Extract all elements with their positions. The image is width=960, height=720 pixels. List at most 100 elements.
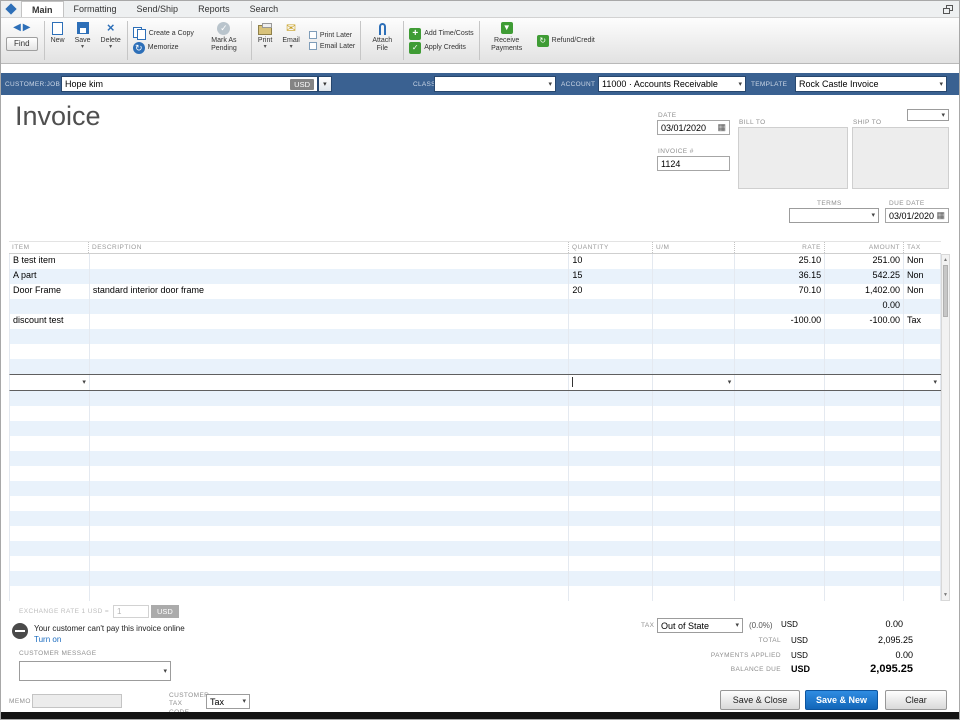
table-row[interactable] bbox=[9, 511, 942, 526]
find-label[interactable]: Find bbox=[6, 37, 38, 51]
table-row[interactable] bbox=[9, 556, 942, 571]
find-button[interactable]: ◀ ▶ Find bbox=[1, 18, 43, 63]
invoice-number-field[interactable]: 1124 bbox=[657, 156, 730, 171]
memo-field[interactable] bbox=[32, 694, 122, 708]
apply-credits-icon: ✓ bbox=[409, 41, 422, 54]
table-row[interactable] bbox=[9, 451, 942, 466]
table-row[interactable] bbox=[9, 359, 942, 374]
chevron-down-icon[interactable]: ▾ bbox=[109, 44, 112, 50]
create-copy-button[interactable]: Create a Copy bbox=[132, 27, 194, 40]
chevron-down-icon[interactable]: ▾ bbox=[934, 379, 938, 386]
terms-dropdown[interactable]: ▾ bbox=[789, 208, 879, 223]
um-cell-editor[interactable]: ▾ bbox=[653, 375, 736, 390]
table-row[interactable] bbox=[9, 344, 942, 359]
customer-job-field[interactable]: Hope kim USD bbox=[61, 76, 318, 92]
print-button[interactable]: Print ▾ bbox=[253, 18, 277, 63]
chevron-down-icon[interactable]: ▾ bbox=[82, 379, 86, 386]
table-row[interactable]: Door Frame standard interior door frame 2… bbox=[9, 284, 942, 299]
tax-dropdown[interactable]: Out of State ▾ bbox=[657, 618, 743, 633]
forward-arrow-icon[interactable]: ▶ bbox=[23, 23, 31, 33]
apply-credits-button[interactable]: ✓ Apply Credits bbox=[409, 41, 473, 54]
table-row[interactable] bbox=[9, 571, 942, 586]
account-dropdown[interactable]: 11000 · Accounts Receivable ▾ bbox=[598, 76, 746, 92]
mark-as-pending-button[interactable]: ✓ Mark As Pending bbox=[198, 18, 250, 63]
table-row-active[interactable]: ▾ ▾ ▾ bbox=[9, 374, 942, 391]
tab-search[interactable]: Search bbox=[240, 1, 289, 17]
add-time-costs-button[interactable]: + Add Time/Costs bbox=[409, 27, 474, 40]
email-later-checkbox[interactable]: Email Later bbox=[308, 42, 355, 50]
table-row[interactable] bbox=[9, 329, 942, 344]
refund-credit-button[interactable]: ↻ Refund/Credit bbox=[536, 34, 595, 47]
table-row[interactable]: discount test -100.00 -100.00 Tax bbox=[9, 314, 942, 329]
table-body: B test item 10 25.10 251.00 Non A part 15… bbox=[9, 254, 942, 601]
table-row[interactable] bbox=[9, 466, 942, 481]
table-row[interactable] bbox=[9, 541, 942, 556]
table-row[interactable] bbox=[9, 586, 942, 601]
delete-button[interactable]: × Delete ▾ bbox=[96, 18, 126, 63]
table-scrollbar[interactable]: ▲ ▼ bbox=[941, 254, 950, 601]
column-header-quantity[interactable]: QUANTITY bbox=[569, 242, 653, 253]
column-header-item[interactable]: ITEM bbox=[9, 242, 89, 253]
table-row[interactable] bbox=[9, 391, 942, 406]
checkbox-icon[interactable] bbox=[308, 42, 317, 50]
chevron-down-icon[interactable]: ▾ bbox=[290, 44, 293, 50]
print-later-checkbox[interactable]: Print Later bbox=[308, 31, 355, 39]
table-row[interactable] bbox=[9, 526, 942, 541]
table-row[interactable] bbox=[9, 421, 942, 436]
tab-send-ship[interactable]: Send/Ship bbox=[127, 1, 189, 17]
save-close-button[interactable]: Save & Close bbox=[720, 690, 800, 710]
clear-button[interactable]: Clear bbox=[885, 690, 947, 710]
table-row[interactable] bbox=[9, 496, 942, 511]
scroll-down-icon[interactable]: ▼ bbox=[942, 590, 949, 600]
amount-cell-editor[interactable] bbox=[825, 375, 905, 390]
chevron-down-icon[interactable]: ▾ bbox=[81, 44, 84, 50]
attach-file-button[interactable]: Attach File bbox=[362, 18, 402, 63]
scroll-up-icon[interactable]: ▲ bbox=[942, 255, 949, 265]
class-dropdown[interactable]: ▾ bbox=[434, 76, 556, 92]
chevron-down-icon[interactable]: ▾ bbox=[728, 379, 732, 386]
turn-on-link[interactable]: Turn on bbox=[34, 635, 61, 644]
scrollbar-thumb[interactable] bbox=[943, 265, 948, 317]
ship-to-selector[interactable]: ▾ bbox=[907, 109, 949, 121]
tab-reports[interactable]: Reports bbox=[188, 1, 240, 17]
save-new-button[interactable]: Save & New bbox=[805, 690, 878, 710]
new-button[interactable]: New bbox=[46, 18, 70, 63]
customer-message-dropdown[interactable]: ▾ bbox=[19, 661, 171, 681]
description-cell-editor[interactable] bbox=[90, 375, 570, 390]
column-header-tax[interactable]: TAX bbox=[904, 242, 941, 253]
back-arrow-icon[interactable]: ◀ bbox=[13, 23, 21, 33]
column-header-amount[interactable]: AMOUNT bbox=[825, 242, 904, 253]
column-header-um[interactable]: U/M bbox=[653, 242, 735, 253]
ship-to-box[interactable] bbox=[852, 127, 949, 189]
calendar-icon[interactable]: ▦ bbox=[717, 123, 726, 132]
column-header-description[interactable]: DESCRIPTION bbox=[89, 242, 569, 253]
table-row[interactable] bbox=[9, 436, 942, 451]
due-date-field[interactable]: 03/01/2020 ▦ bbox=[885, 208, 949, 223]
memorize-button[interactable]: ↻ Memorize bbox=[132, 41, 194, 54]
email-button[interactable]: ✉ Email ▾ bbox=[277, 18, 305, 63]
save-button[interactable]: Save ▾ bbox=[70, 18, 96, 63]
quantity-cell-editor[interactable] bbox=[569, 375, 654, 390]
column-header-rate[interactable]: RATE bbox=[735, 242, 825, 253]
date-field[interactable]: 03/01/2020 ▦ bbox=[657, 120, 730, 135]
customer-job-dropdown[interactable]: ▾ bbox=[318, 76, 332, 92]
tax-code-dropdown[interactable]: Tax ▾ bbox=[206, 694, 250, 709]
checkbox-icon[interactable] bbox=[308, 31, 317, 39]
bill-to-box[interactable] bbox=[738, 127, 848, 189]
receive-payments-button[interactable]: ▼ Receive Payments bbox=[481, 18, 533, 63]
table-row[interactable]: 0.00 bbox=[9, 299, 942, 314]
table-row[interactable]: B test item 10 25.10 251.00 Non bbox=[9, 254, 942, 269]
template-dropdown[interactable]: Rock Castle Invoice ▾ bbox=[795, 76, 947, 92]
tax-cell-editor[interactable]: ▾ bbox=[904, 375, 942, 390]
exchange-rate-input[interactable]: 1 bbox=[113, 605, 149, 618]
table-row[interactable]: A part 15 36.15 542.25 Non bbox=[9, 269, 942, 284]
rate-cell-editor[interactable] bbox=[735, 375, 826, 390]
tab-main[interactable]: Main bbox=[21, 1, 64, 17]
calendar-icon[interactable]: ▦ bbox=[936, 211, 945, 220]
restore-icon[interactable] bbox=[943, 5, 953, 14]
chevron-down-icon[interactable]: ▾ bbox=[264, 44, 267, 50]
tab-formatting[interactable]: Formatting bbox=[64, 1, 127, 17]
table-row[interactable] bbox=[9, 406, 942, 421]
item-cell-editor[interactable]: ▾ bbox=[10, 375, 90, 390]
table-row[interactable] bbox=[9, 481, 942, 496]
